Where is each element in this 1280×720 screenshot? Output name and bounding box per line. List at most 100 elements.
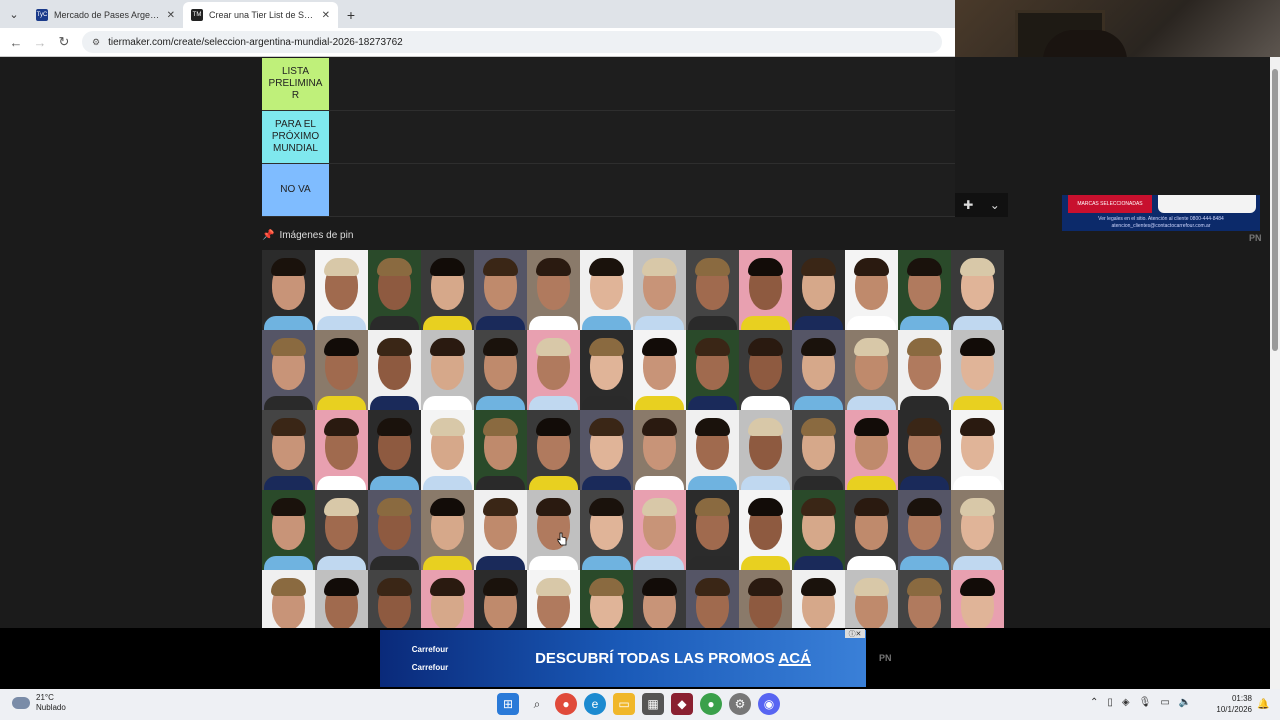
volume-icon[interactable]: 🔈: [1179, 697, 1191, 708]
tier-label[interactable]: NO VA: [262, 164, 329, 216]
gear-icon[interactable]: ✚: [963, 198, 973, 212]
player-pin-image[interactable]: [580, 330, 633, 410]
player-pin-image[interactable]: [580, 250, 633, 330]
forward-arrow-icon[interactable]: →: [28, 30, 52, 54]
microphone-icon[interactable]: 🎙: [1139, 697, 1152, 708]
player-pin-image[interactable]: [527, 330, 580, 410]
player-pin-image[interactable]: [951, 330, 1004, 410]
player-pin-image[interactable]: [421, 410, 474, 490]
defender-icon[interactable]: ◈: [1122, 697, 1130, 708]
player-pin-image[interactable]: [792, 330, 845, 410]
side-ad-banner[interactable]: MARCAS SELECCIONADAS Ver legales en el s…: [1062, 195, 1260, 231]
reload-icon[interactable]: ↻: [52, 30, 76, 54]
tab-tiermaker[interactable]: TM Crear una Tier List de Selección ✕: [183, 2, 338, 28]
player-pin-image[interactable]: [739, 490, 792, 570]
notification-icon[interactable]: 🔔: [1257, 699, 1269, 710]
player-pin-image[interactable]: [633, 410, 686, 490]
chevron-down-icon[interactable]: ⌄: [990, 198, 1000, 212]
player-pin-image[interactable]: [580, 410, 633, 490]
site-info-icon[interactable]: ⚙: [92, 37, 100, 48]
bottom-ad-banner[interactable]: Carrefour Carrefour DESCUBRÍ TODAS LAS P…: [380, 630, 866, 687]
player-pin-image[interactable]: [421, 330, 474, 410]
player-pin-image[interactable]: [315, 410, 368, 490]
player-pin-image[interactable]: [898, 250, 951, 330]
player-pin-image[interactable]: [739, 250, 792, 330]
player-pin-image[interactable]: [368, 410, 421, 490]
settings-app-icon[interactable]: ⚙: [729, 693, 751, 715]
player-pin-image[interactable]: [527, 250, 580, 330]
close-icon[interactable]: ✕: [322, 10, 330, 21]
discord-icon[interactable]: ◉: [758, 693, 780, 715]
player-pin-image[interactable]: [262, 330, 315, 410]
player-pin-image[interactable]: [262, 490, 315, 570]
player-pin-image[interactable]: [262, 250, 315, 330]
player-pin-image[interactable]: [739, 330, 792, 410]
player-pin-image[interactable]: [951, 410, 1004, 490]
player-pin-image[interactable]: [474, 490, 527, 570]
player-pin-image[interactable]: [951, 250, 1004, 330]
search-icon[interactable]: ⌕: [526, 693, 548, 715]
tier-dropzone[interactable]: [329, 58, 955, 110]
new-tab-button[interactable]: +: [338, 2, 364, 28]
player-pin-image[interactable]: [845, 410, 898, 490]
player-pin-image[interactable]: [368, 250, 421, 330]
player-pin-image[interactable]: [792, 410, 845, 490]
player-pin-image[interactable]: [686, 250, 739, 330]
url-input[interactable]: ⚙ tiermaker.com/create/seleccion-argenti…: [82, 31, 942, 53]
player-pin-image[interactable]: [368, 490, 421, 570]
player-pin-image[interactable]: [951, 490, 1004, 570]
tier-dropzone[interactable]: [329, 164, 955, 216]
tier-label[interactable]: PARA EL PRÓXIMO MUNDIAL: [262, 111, 329, 163]
player-pin-image[interactable]: [739, 410, 792, 490]
clock[interactable]: 01:38 10/1/2026: [1210, 693, 1252, 715]
player-pin-image[interactable]: [633, 250, 686, 330]
player-pin-image[interactable]: [262, 410, 315, 490]
tab-mercado-de-pases[interactable]: TyC Mercado de Pases Argentina 2( ✕: [28, 2, 183, 28]
player-pin-image[interactable]: [315, 490, 368, 570]
promo-link[interactable]: ACÁ: [778, 650, 811, 667]
player-pin-image[interactable]: [686, 410, 739, 490]
player-pin-image[interactable]: [898, 330, 951, 410]
player-pin-image[interactable]: [527, 410, 580, 490]
player-pin-image[interactable]: [527, 490, 580, 570]
weather-widget[interactable]: 21°C Nublado: [12, 693, 66, 713]
player-pin-image[interactable]: [633, 490, 686, 570]
scrollbar-thumb[interactable]: [1272, 69, 1278, 351]
usb-icon[interactable]: ▯: [1107, 697, 1113, 708]
player-pin-image[interactable]: [845, 490, 898, 570]
player-pin-image[interactable]: [580, 490, 633, 570]
player-pin-image[interactable]: [845, 330, 898, 410]
tier-label[interactable]: LISTA PRELIMINA R: [262, 58, 329, 110]
network-icon[interactable]: ▭: [1160, 697, 1169, 708]
player-pin-image[interactable]: [315, 250, 368, 330]
chevron-up-icon[interactable]: ⌃: [1090, 697, 1098, 708]
player-pin-image[interactable]: [898, 490, 951, 570]
chrome-active-icon[interactable]: ●: [700, 693, 722, 715]
windows-start-icon[interactable]: ⊞: [497, 693, 519, 715]
player-pin-image[interactable]: [792, 250, 845, 330]
player-pin-image[interactable]: [845, 250, 898, 330]
back-arrow-icon[interactable]: ←: [4, 30, 28, 54]
player-pin-image[interactable]: [898, 410, 951, 490]
tab-search-icon[interactable]: ⌄: [0, 0, 28, 28]
player-pin-image[interactable]: [633, 330, 686, 410]
player-pin-image[interactable]: [686, 490, 739, 570]
player-pin-image[interactable]: [792, 490, 845, 570]
player-pin-image[interactable]: [474, 410, 527, 490]
player-pin-image[interactable]: [368, 330, 421, 410]
chrome-icon[interactable]: ●: [555, 693, 577, 715]
tier-dropzone[interactable]: [329, 111, 955, 163]
store-icon[interactable]: ▦: [642, 693, 664, 715]
page-scrollbar[interactable]: [1270, 57, 1280, 689]
player-pin-image[interactable]: [421, 490, 474, 570]
close-icon[interactable]: ✕: [167, 10, 175, 21]
edge-icon[interactable]: e: [584, 693, 606, 715]
player-pin-image[interactable]: [421, 250, 474, 330]
player-pin-image[interactable]: [474, 330, 527, 410]
player-pin-image[interactable]: [474, 250, 527, 330]
player-pin-image[interactable]: [315, 330, 368, 410]
file-explorer-icon[interactable]: ▭: [613, 693, 635, 715]
ad-close-icon[interactable]: ⓘ✕: [845, 629, 865, 638]
game-app-icon[interactable]: ◆: [671, 693, 693, 715]
player-pin-image[interactable]: [686, 330, 739, 410]
